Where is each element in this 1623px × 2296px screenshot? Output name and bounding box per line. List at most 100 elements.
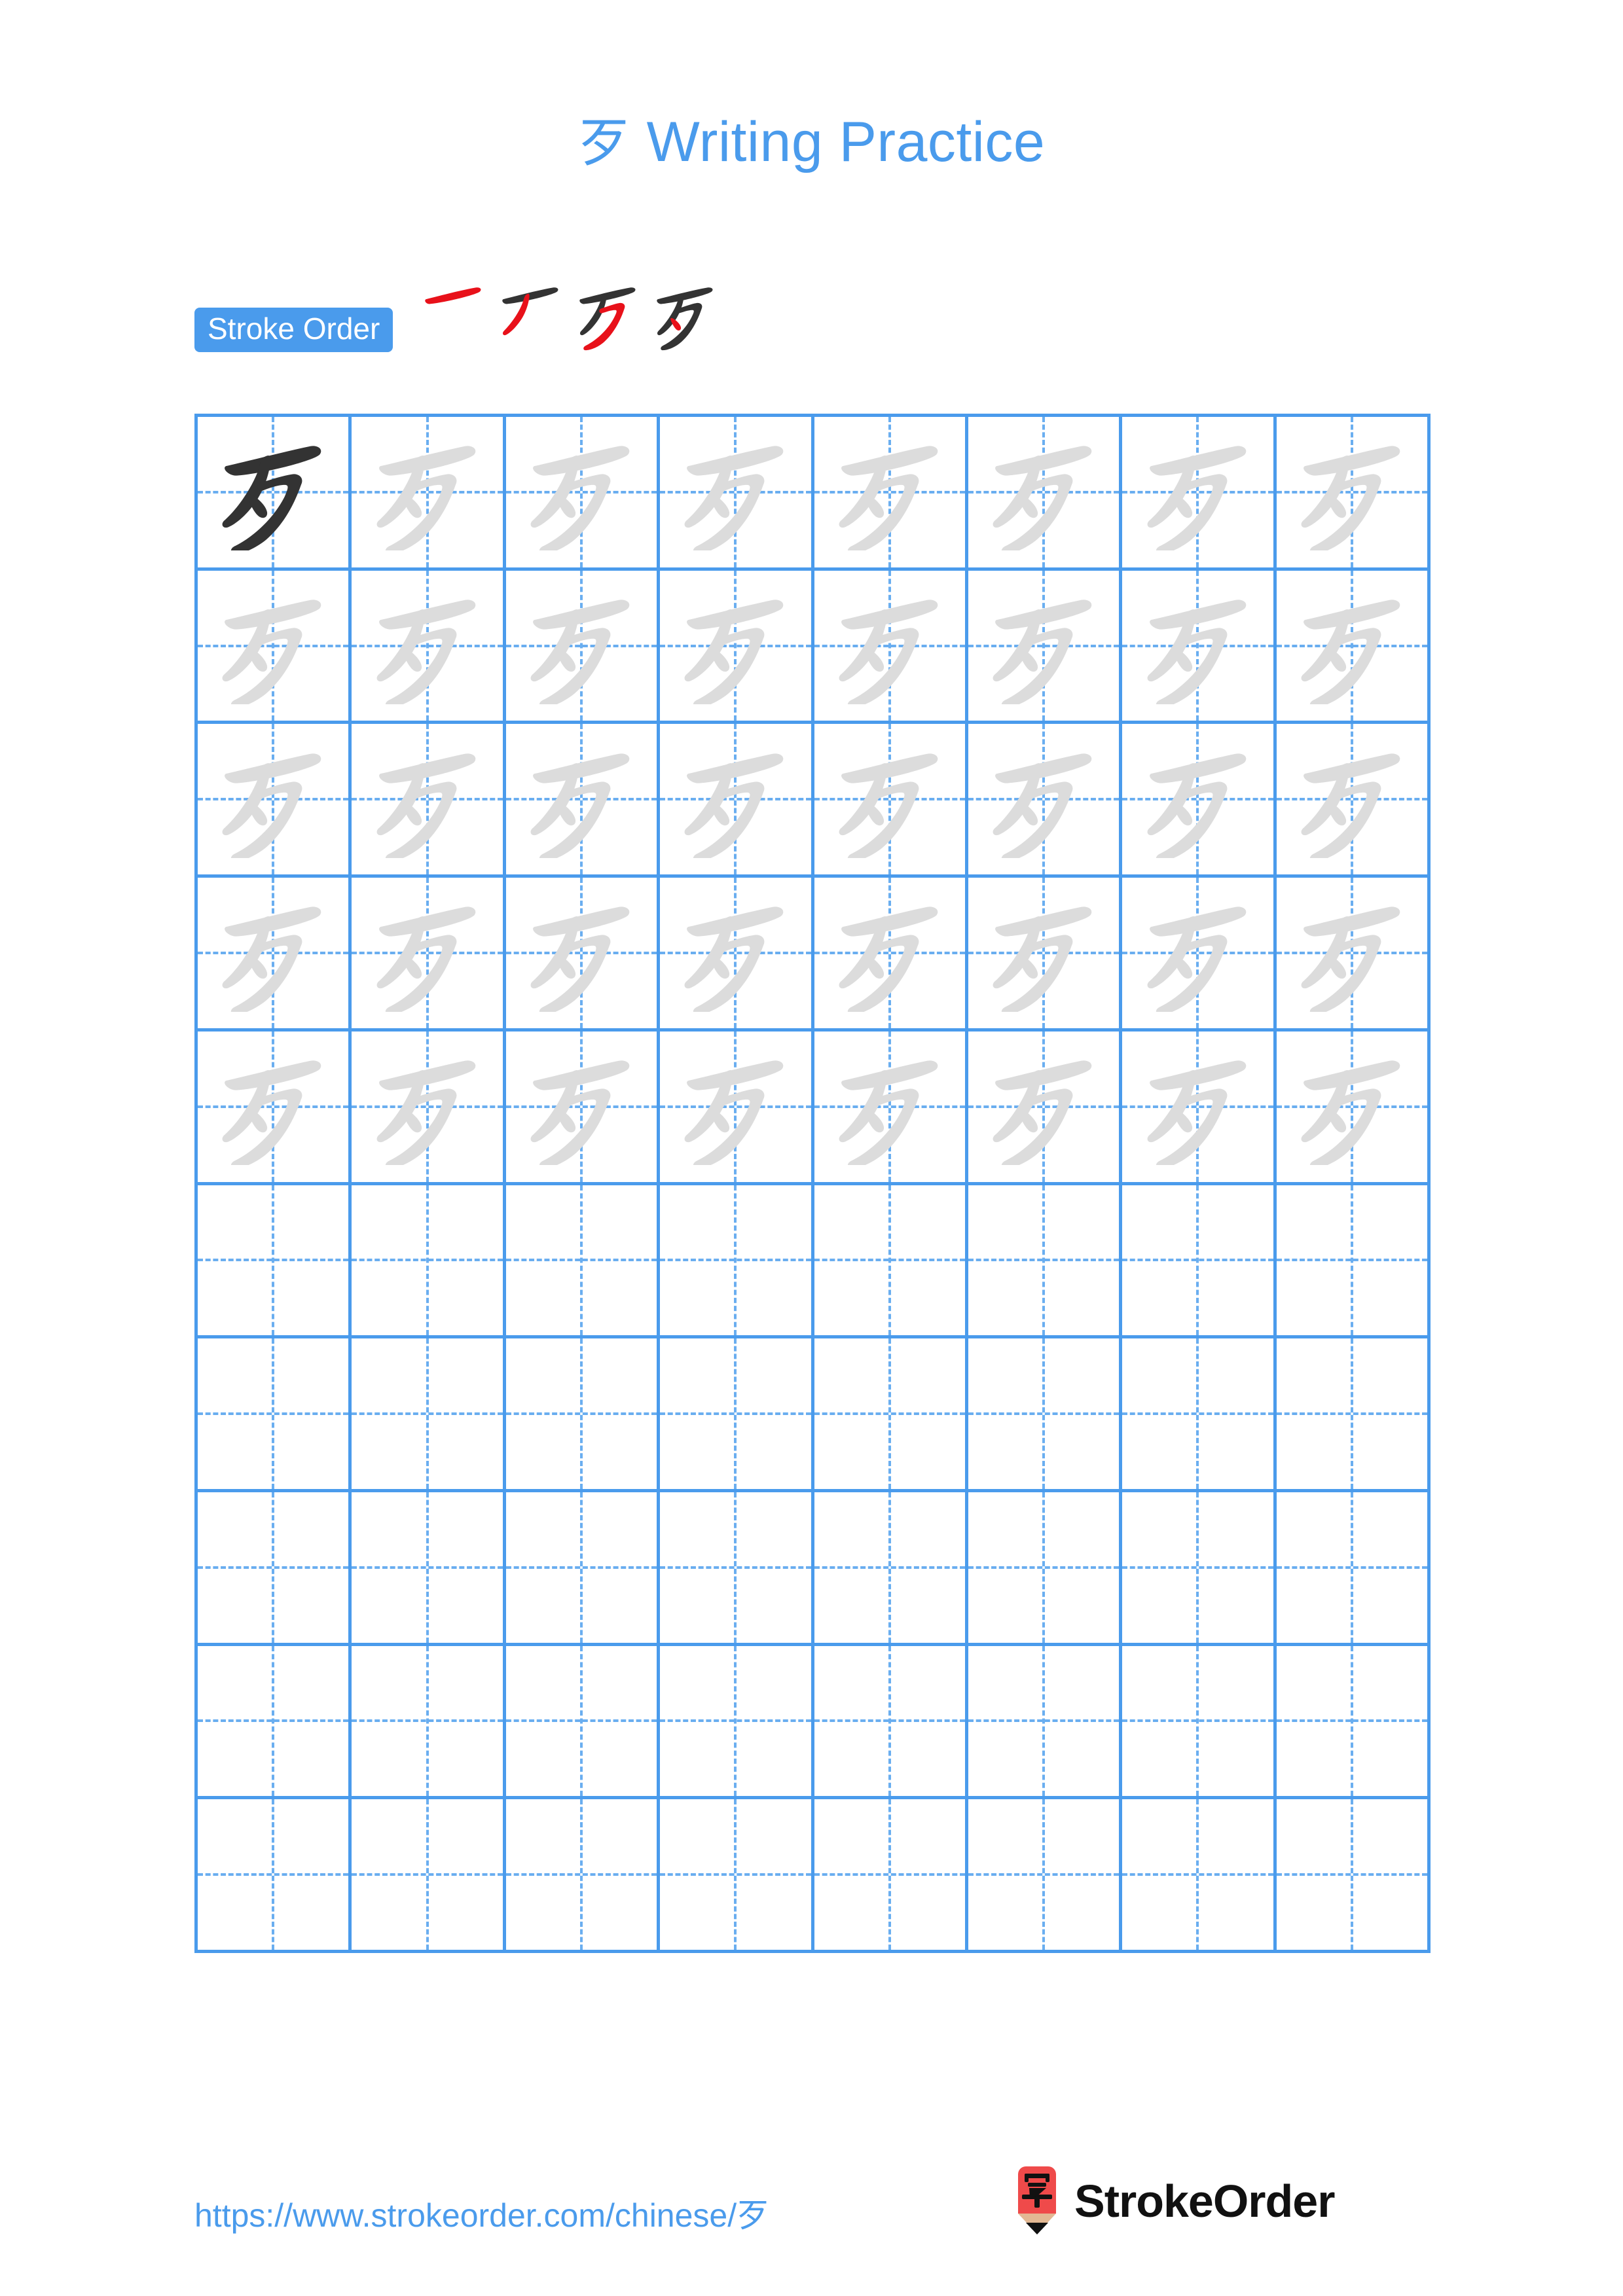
trace-character: [1277, 878, 1427, 1028]
practice-cell-r10-c8[interactable]: [1276, 1799, 1431, 1954]
practice-cell-r8-c3[interactable]: [505, 1492, 661, 1646]
page-title-suffix: Writing Practice: [630, 111, 1046, 173]
practice-cell-r4-c8[interactable]: [1276, 878, 1431, 1031]
practice-cell-r9-c7[interactable]: [1122, 1645, 1277, 1800]
practice-cell-r8-c4[interactable]: [660, 1492, 814, 1646]
practice-cell-r10-c6[interactable]: [968, 1799, 1123, 1954]
practice-cell-r2-c2[interactable]: [352, 570, 506, 725]
practice-cell-r1-c3[interactable]: [505, 417, 661, 571]
practice-cell-r5-c4[interactable]: [660, 1031, 814, 1185]
practice-cell-r7-c7[interactable]: [1122, 1338, 1277, 1492]
trace-character: [1122, 1031, 1273, 1182]
practice-cell-r5-c8[interactable]: [1276, 1031, 1431, 1185]
practice-cell-r1-c1[interactable]: [198, 417, 352, 571]
practice-cell-r3-c6[interactable]: [968, 724, 1123, 878]
practice-cell-r3-c1[interactable]: [198, 724, 352, 878]
trace-character: [1277, 724, 1427, 874]
practice-cell-r6-c8[interactable]: [1276, 1185, 1431, 1339]
practice-cell-r7-c4[interactable]: [660, 1338, 814, 1492]
stroke-step-1: [415, 277, 492, 354]
practice-cell-r2-c8[interactable]: [1276, 570, 1431, 725]
practice-cell-r10-c3[interactable]: [505, 1799, 661, 1954]
practice-cell-r4-c1[interactable]: [198, 878, 352, 1031]
practice-cell-r8-c1[interactable]: [198, 1492, 352, 1646]
practice-cell-r6-c5[interactable]: [814, 1185, 968, 1339]
practice-cell-r7-c5[interactable]: [814, 1338, 968, 1492]
practice-cell-r9-c5[interactable]: [814, 1645, 968, 1800]
practice-cell-r3-c7[interactable]: [1122, 724, 1277, 878]
footer-brand: StrokeOrder: [1012, 2166, 1335, 2236]
practice-cell-r6-c4[interactable]: [660, 1185, 814, 1339]
practice-cell-r1-c6[interactable]: [968, 417, 1123, 571]
practice-cell-r1-c4[interactable]: [660, 417, 814, 571]
practice-cell-r5-c6[interactable]: [968, 1031, 1123, 1185]
trace-character: [968, 724, 1119, 874]
practice-cell-r9-c4[interactable]: [660, 1645, 814, 1800]
practice-cell-r3-c5[interactable]: [814, 724, 968, 878]
trace-character: [352, 417, 502, 567]
practice-cell-r7-c2[interactable]: [352, 1338, 506, 1492]
practice-cell-r4-c2[interactable]: [352, 878, 506, 1031]
practice-cell-r7-c6[interactable]: [968, 1338, 1123, 1492]
practice-cell-r8-c6[interactable]: [968, 1492, 1123, 1646]
grid-row: [198, 1799, 1431, 1954]
trace-character: [506, 1031, 657, 1182]
practice-cell-r5-c2[interactable]: [352, 1031, 506, 1185]
grid-row: [198, 570, 1431, 725]
practice-cell-r1-c2[interactable]: [352, 417, 506, 571]
practice-cell-r4-c7[interactable]: [1122, 878, 1277, 1031]
trace-character: [660, 1031, 811, 1182]
practice-cell-r4-c6[interactable]: [968, 878, 1123, 1031]
practice-cell-r6-c3[interactable]: [505, 1185, 661, 1339]
practice-cell-r6-c2[interactable]: [352, 1185, 506, 1339]
practice-cell-r3-c3[interactable]: [505, 724, 661, 878]
practice-cell-r7-c3[interactable]: [505, 1338, 661, 1492]
practice-cell-r2-c5[interactable]: [814, 570, 968, 725]
practice-cell-r6-c6[interactable]: [968, 1185, 1123, 1339]
practice-cell-r5-c5[interactable]: [814, 1031, 968, 1185]
trace-character: [1122, 571, 1273, 721]
practice-cell-r4-c3[interactable]: [505, 878, 661, 1031]
practice-cell-r3-c4[interactable]: [660, 724, 814, 878]
practice-cell-r6-c7[interactable]: [1122, 1185, 1277, 1339]
practice-cell-r2-c1[interactable]: [198, 570, 352, 725]
practice-cell-r10-c7[interactable]: [1122, 1799, 1277, 1954]
practice-cell-r3-c8[interactable]: [1276, 724, 1431, 878]
practice-cell-r9-c2[interactable]: [352, 1645, 506, 1800]
practice-cell-r9-c6[interactable]: [968, 1645, 1123, 1800]
practice-cell-r1-c5[interactable]: [814, 417, 968, 571]
stroke-step-3: [570, 277, 647, 354]
practice-cell-r10-c4[interactable]: [660, 1799, 814, 1954]
practice-cell-r4-c5[interactable]: [814, 878, 968, 1031]
practice-cell-r4-c4[interactable]: [660, 878, 814, 1031]
practice-cell-r9-c8[interactable]: [1276, 1645, 1431, 1800]
practice-cell-r8-c7[interactable]: [1122, 1492, 1277, 1646]
practice-cell-r8-c2[interactable]: [352, 1492, 506, 1646]
practice-cell-r9-c3[interactable]: [505, 1645, 661, 1800]
practice-cell-r2-c4[interactable]: [660, 570, 814, 725]
practice-cell-r1-c8[interactable]: [1276, 417, 1431, 571]
practice-cell-r5-c3[interactable]: [505, 1031, 661, 1185]
practice-cell-r6-c1[interactable]: [198, 1185, 352, 1339]
trace-character: [968, 417, 1119, 567]
practice-cell-r5-c7[interactable]: [1122, 1031, 1277, 1185]
practice-cell-r5-c1[interactable]: [198, 1031, 352, 1185]
footer-url[interactable]: https://www.strokeorder.com/chinese/歹: [194, 2189, 769, 2236]
practice-cell-r10-c5[interactable]: [814, 1799, 968, 1954]
trace-character: [1122, 878, 1273, 1028]
page-title: 歹 Writing Practice: [0, 110, 1623, 175]
practice-cell-r2-c3[interactable]: [505, 570, 661, 725]
practice-cell-r3-c2[interactable]: [352, 724, 506, 878]
practice-cell-r2-c6[interactable]: [968, 570, 1123, 725]
practice-cell-r2-c7[interactable]: [1122, 570, 1277, 725]
practice-cell-r9-c1[interactable]: [198, 1645, 352, 1800]
practice-cell-r8-c5[interactable]: [814, 1492, 968, 1646]
practice-cell-r10-c2[interactable]: [352, 1799, 506, 1954]
practice-cell-r7-c8[interactable]: [1276, 1338, 1431, 1492]
trace-character: [198, 724, 348, 874]
practice-cell-r7-c1[interactable]: [198, 1338, 352, 1492]
practice-cell-r10-c1[interactable]: [198, 1799, 352, 1954]
practice-cell-r1-c7[interactable]: [1122, 417, 1277, 571]
grid-row: [198, 1645, 1431, 1800]
practice-cell-r8-c8[interactable]: [1276, 1492, 1431, 1646]
